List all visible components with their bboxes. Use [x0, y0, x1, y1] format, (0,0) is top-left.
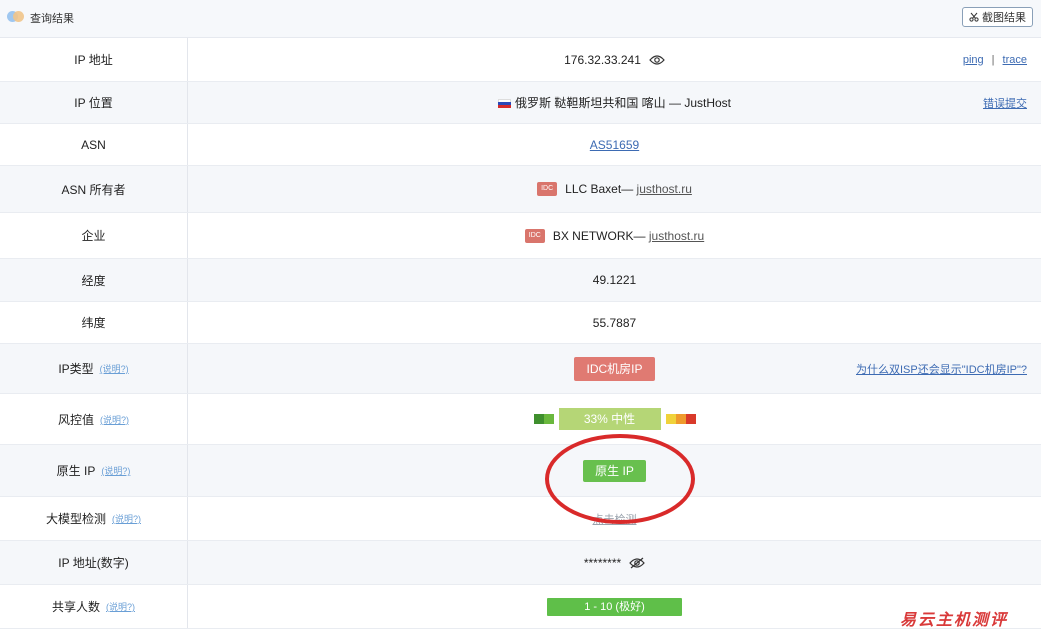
row-llm-detect: 大模型检测 (说明?) 点击检测 [0, 497, 1041, 541]
ip-numeric-value: ******** [583, 555, 622, 570]
llm-detect-help-link[interactable]: (说明?) [112, 512, 141, 525]
risk-segment [675, 414, 686, 424]
risk-segment [685, 414, 696, 424]
report-error-link[interactable]: 错误提交 [983, 95, 1027, 111]
company-name: BX NETWORK— [552, 228, 649, 243]
link-separator: | [991, 53, 995, 66]
eye-off-icon[interactable] [629, 557, 645, 569]
ip-address-value: 176.32.33.241 [564, 52, 641, 67]
risk-segment [665, 414, 676, 424]
asn-owner-name: LLC Baxet— [565, 182, 637, 196]
company-value: BX NETWORK— justhost.ru [553, 229, 704, 243]
row-longitude: 经度 49.1221 [0, 259, 1041, 302]
row-ip-address: IP 地址 176.32.33.241 ping | trace [0, 38, 1041, 82]
longitude-label: 经度 [0, 259, 188, 301]
latitude-value: 55.7887 [592, 315, 637, 330]
risk-segment [533, 414, 544, 424]
row-company: 企业 IDC BX NETWORK— justhost.ru [0, 213, 1041, 259]
company-label: 企业 [0, 213, 188, 258]
native-ip-help-link[interactable]: (说明?) [101, 464, 130, 477]
longitude-value: 49.1221 [592, 273, 637, 287]
native-ip-badge: 原生 IP [583, 459, 646, 482]
idc-tag: IDC [537, 182, 558, 196]
row-asn-owner: ASN 所有者 IDC LLC Baxet— justhost.ru [0, 166, 1041, 213]
asn-owner-label: ASN 所有者 [0, 166, 188, 212]
results-title: 查询结果 [30, 13, 74, 25]
watermark: 易云主机测评 [900, 610, 1009, 629]
ip-type-help-link[interactable]: (说明?) [100, 362, 129, 375]
shared-users-bar: 1 - 10 (极好) [547, 597, 682, 616]
row-native-ip: 原生 IP (说明?) 原生 IP [0, 445, 1041, 497]
ip-address-label: IP 地址 [0, 38, 188, 81]
russia-flag-icon [497, 99, 511, 109]
row-ip-numeric: IP 地址(数字) ******** [0, 541, 1041, 585]
llm-detect-label: 大模型检测 [45, 512, 106, 526]
row-ip-location: IP 位置 俄罗斯 鞑靼斯坦共和国 喀山 — JustHost 错误提交 [0, 82, 1041, 124]
trace-link[interactable]: trace [1003, 54, 1027, 66]
llm-detect-link[interactable]: 点击检测 [593, 511, 637, 527]
latitude-label: 纬度 [0, 302, 188, 343]
ip-type-badge: IDC机房IP [574, 356, 655, 381]
ip-type-note-link[interactable]: 为什么双ISP还会显示"IDC机房IP"? [856, 361, 1027, 377]
app-logo-icon [7, 11, 25, 23]
ip-type-label: IP类型 [58, 362, 94, 376]
risk-value-bar: 33% 中性 [558, 408, 661, 430]
screenshot-button-label: 截图结果 [982, 12, 1026, 24]
risk-label: 风控值 [57, 412, 94, 427]
shared-users-label: 共享人数 [51, 600, 100, 614]
risk-help-link[interactable]: (说明?) [100, 413, 129, 426]
screenshot-button[interactable]: 截图结果 [962, 7, 1033, 27]
scissors-icon [969, 12, 979, 22]
row-ip-type: IP类型 (说明?) IDC机房IP 为什么双ISP还会显示"IDC机房IP"? [0, 344, 1041, 394]
ip-location-label: IP 位置 [0, 82, 188, 123]
row-asn: ASN AS51659 [0, 124, 1041, 166]
shared-users-help-link[interactable]: (说明?) [106, 600, 135, 613]
risk-segment [543, 414, 554, 424]
company-domain-link[interactable]: justhost.ru [649, 229, 704, 243]
row-risk: 风控值 (说明?) 33% 中性 [0, 394, 1041, 445]
location-text: 俄罗斯 鞑靼斯坦共和国 喀山 — JustHost [514, 96, 732, 110]
ip-numeric-label: IP 地址(数字) [0, 541, 188, 584]
row-latitude: 纬度 55.7887 [0, 302, 1041, 344]
risk-meter: 33% 中性 [533, 408, 696, 430]
asn-link[interactable]: AS51659 [590, 138, 639, 152]
idc-tag: IDC [524, 228, 545, 243]
ping-link[interactable]: ping [963, 54, 984, 66]
asn-owner-domain-link[interactable]: justhost.ru [637, 182, 692, 196]
asn-label: ASN [0, 124, 188, 165]
ip-location-value: 俄罗斯 鞑靼斯坦共和国 喀山 — JustHost [497, 94, 732, 111]
row-shared-users: 共享人数 (说明?) 1 - 10 (极好) [0, 585, 1041, 629]
native-ip-label: 原生 IP [56, 464, 96, 478]
eye-icon[interactable] [649, 54, 665, 66]
results-header: 查询结果 截图结果 [0, 0, 1041, 38]
asn-owner-value: LLC Baxet— justhost.ru [565, 182, 692, 196]
